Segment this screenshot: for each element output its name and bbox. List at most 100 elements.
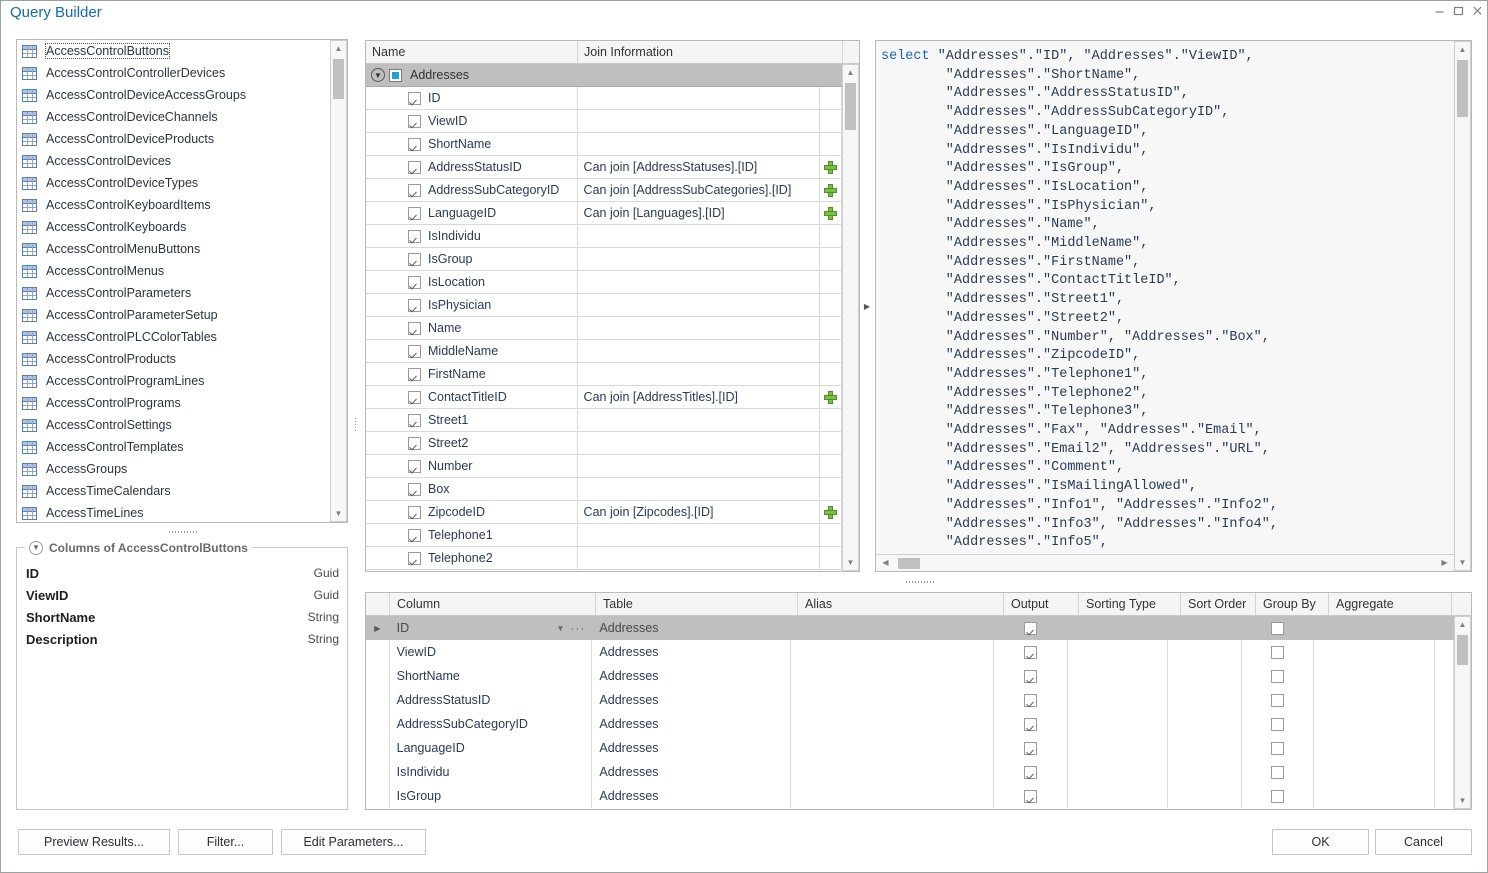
- cell-table[interactable]: Addresses: [592, 784, 792, 808]
- output-checkbox[interactable]: [1023, 789, 1037, 803]
- cell-group-by[interactable]: [1242, 616, 1315, 640]
- cell-group-by[interactable]: [1242, 640, 1315, 664]
- output-checkbox[interactable]: [1023, 765, 1037, 779]
- left-panel-splitter[interactable]: [354, 416, 357, 438]
- field-checkbox[interactable]: [408, 137, 421, 151]
- cell-column[interactable]: ID ▼ ···: [390, 616, 593, 640]
- scroll-down-icon[interactable]: ▼: [1455, 793, 1470, 808]
- field-checkbox[interactable]: [408, 436, 421, 450]
- group-by-checkbox[interactable]: [1271, 765, 1285, 779]
- table-row[interactable]: IsIndividu Addresses: [366, 760, 1454, 784]
- field-checkbox[interactable]: [408, 482, 421, 496]
- scroll-thumb[interactable]: [333, 59, 344, 99]
- cell-column[interactable]: LanguageID: [390, 736, 593, 760]
- scroll-right-icon[interactable]: ▶: [1437, 555, 1452, 570]
- field-checkbox[interactable]: [408, 206, 421, 220]
- list-item[interactable]: AccessControlKeyboardItems: [17, 194, 328, 216]
- cell-alias[interactable]: [791, 688, 995, 712]
- tree-row[interactable]: LanguageID Can join [Languages].[ID]: [366, 202, 842, 225]
- list-item[interactable]: AccessControlDevices: [17, 150, 328, 172]
- list-item[interactable]: AccessControlButtons: [17, 40, 328, 62]
- cell-aggregate[interactable]: [1314, 736, 1436, 760]
- cell-alias[interactable]: [791, 712, 995, 736]
- middle-splitter[interactable]: ▶: [862, 40, 872, 572]
- group-checkbox[interactable]: [389, 68, 402, 82]
- tree-row[interactable]: Street2: [366, 432, 842, 455]
- tree-row[interactable]: Telephone1: [366, 524, 842, 547]
- cell-sorting-type[interactable]: [1068, 664, 1169, 688]
- table-row[interactable]: ViewID Addresses: [366, 640, 1454, 664]
- cell-table[interactable]: Addresses: [592, 616, 792, 640]
- maximize-icon[interactable]: [1450, 5, 1467, 22]
- column-header-aggregate[interactable]: Aggregate: [1329, 593, 1452, 615]
- scroll-up-icon[interactable]: ▲: [1455, 617, 1470, 632]
- cell-sorting-type[interactable]: [1068, 640, 1169, 664]
- list-item[interactable]: AccessControlDeviceTypes: [17, 172, 328, 194]
- list-item[interactable]: AccessControlProducts: [17, 348, 328, 370]
- cell-output[interactable]: [994, 736, 1068, 760]
- cell-column[interactable]: AddressStatusID: [390, 688, 593, 712]
- output-checkbox[interactable]: [1023, 669, 1037, 683]
- list-item[interactable]: AccessControlMenuButtons: [17, 238, 328, 260]
- table-row[interactable]: AddressSubCategoryID Addresses: [366, 712, 1454, 736]
- column-header-column[interactable]: Column: [390, 593, 596, 615]
- column-header-sort-order[interactable]: Sort Order: [1181, 593, 1256, 615]
- scroll-thumb[interactable]: [1457, 635, 1468, 665]
- cell-aggregate[interactable]: [1314, 712, 1436, 736]
- collapse-right-icon[interactable]: ▶: [864, 302, 870, 311]
- cell-sort-order[interactable]: [1168, 784, 1243, 808]
- cell-alias[interactable]: [791, 616, 995, 640]
- tables-list-scrollbar[interactable]: ▲ ▼: [330, 40, 347, 522]
- sql-horizontal-scrollbar[interactable]: ◀ ▶: [876, 554, 1454, 571]
- table-row[interactable]: LanguageID Addresses: [366, 736, 1454, 760]
- cancel-button[interactable]: Cancel: [1375, 829, 1472, 855]
- field-checkbox[interactable]: [408, 114, 421, 128]
- field-checkbox[interactable]: [408, 344, 421, 358]
- list-item[interactable]: AccessTimeCalendars: [17, 480, 328, 502]
- tree-row[interactable]: AddressStatusID Can join [AddressStatuses…: [366, 156, 842, 179]
- cell-column[interactable]: IsGroup: [390, 784, 593, 808]
- chevron-down-icon[interactable]: ▼: [371, 68, 385, 82]
- cell-table[interactable]: Addresses: [592, 736, 792, 760]
- output-checkbox[interactable]: [1023, 717, 1037, 731]
- cell-table[interactable]: Addresses: [592, 640, 792, 664]
- list-item[interactable]: AccessControlPLCColorTables: [17, 326, 328, 348]
- add-join-cell[interactable]: [820, 179, 842, 201]
- field-checkbox[interactable]: [408, 91, 421, 105]
- tree-row[interactable]: IsPhysician: [366, 294, 842, 317]
- field-checkbox[interactable]: [408, 413, 421, 427]
- list-item[interactable]: AccessControlTemplates: [17, 436, 328, 458]
- scroll-up-icon[interactable]: ▲: [331, 41, 346, 56]
- cell-sort-order[interactable]: [1168, 688, 1243, 712]
- cell-column[interactable]: IsIndividu: [390, 760, 593, 784]
- group-by-checkbox[interactable]: [1271, 717, 1285, 731]
- scroll-up-icon[interactable]: ▲: [843, 65, 858, 80]
- tree-row[interactable]: Box: [366, 478, 842, 501]
- chevron-down-icon[interactable]: ▼: [29, 541, 43, 555]
- cell-output[interactable]: [994, 640, 1068, 664]
- column-header-sorting-type[interactable]: Sorting Type: [1079, 593, 1181, 615]
- close-icon[interactable]: [1469, 5, 1486, 22]
- group-by-checkbox[interactable]: [1271, 741, 1285, 755]
- column-header-output[interactable]: Output: [1004, 593, 1079, 615]
- scroll-down-icon[interactable]: ▼: [1455, 555, 1470, 570]
- cell-sorting-type[interactable]: [1068, 760, 1169, 784]
- field-checkbox[interactable]: [408, 367, 421, 381]
- table-row[interactable]: IsGroup Addresses: [366, 784, 1454, 808]
- list-item[interactable]: AccessControlDeviceChannels: [17, 106, 328, 128]
- field-checkbox[interactable]: [408, 390, 421, 404]
- columns-group-header[interactable]: ▼ Columns of AccessControlButtons: [25, 540, 252, 556]
- tree-row[interactable]: ID: [366, 87, 842, 110]
- cell-output[interactable]: [994, 616, 1068, 640]
- list-item[interactable]: AccessControlKeyboards: [17, 216, 328, 238]
- field-checkbox[interactable]: [408, 528, 421, 542]
- list-item[interactable]: AccessControlDeviceProducts: [17, 128, 328, 150]
- plus-icon[interactable]: [824, 505, 838, 519]
- output-checkbox[interactable]: [1023, 645, 1037, 659]
- list-item[interactable]: AccessControlDeviceAccessGroups: [17, 84, 328, 106]
- cell-column[interactable]: AddressSubCategoryID: [390, 712, 593, 736]
- cell-aggregate[interactable]: [1314, 616, 1436, 640]
- table-row[interactable]: ▶ ID ▼ ··· Addresses: [366, 616, 1454, 640]
- cell-group-by[interactable]: [1242, 712, 1315, 736]
- plus-icon[interactable]: [824, 206, 838, 220]
